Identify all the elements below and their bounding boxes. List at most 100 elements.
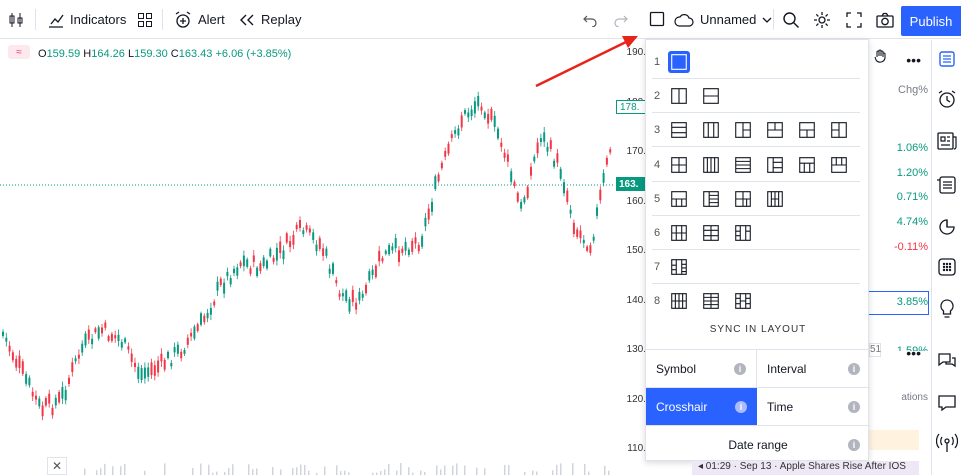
settings-button[interactable]: [813, 0, 831, 39]
layout-row-8: 8: [646, 284, 870, 318]
layout-option-5-3-icon[interactable]: [732, 188, 754, 210]
layout-row-number: 4: [653, 158, 661, 171]
layout-option-4-3-icon[interactable]: [732, 154, 754, 176]
close-icon[interactable]: ✕: [47, 457, 67, 475]
watchlist-change[interactable]: 1.20%: [869, 167, 931, 179]
layout-row-6: 6: [646, 216, 870, 250]
watchlist-change[interactable]: 0.71%: [869, 191, 931, 203]
alerts-clock-icon[interactable]: [936, 88, 958, 110]
layout-dropdown: 1 2 3 4 5 6 7 8 SYNC IN LAYOUT Symbol i Interva…: [645, 39, 870, 463]
layout-row-number: 5: [653, 192, 661, 205]
layout-row-3: 3: [646, 113, 870, 148]
layout-option-8-1-icon[interactable]: [668, 290, 690, 312]
layout-option-3-3-icon[interactable]: [732, 119, 754, 141]
change-value: +6.06 (+3.85%): [215, 48, 292, 60]
layout-option-3-1-icon[interactable]: [668, 119, 690, 141]
layout-option-8-2-icon[interactable]: [700, 290, 722, 312]
layout-row-4: 4: [646, 148, 870, 182]
layout-option-3-5-icon[interactable]: [796, 119, 818, 141]
compare-badge[interactable]: ≈: [8, 45, 30, 59]
info-icon[interactable]: i: [734, 362, 746, 375]
layout-option-2-1-icon[interactable]: [668, 85, 690, 107]
calendar-dots-icon[interactable]: [936, 256, 958, 278]
watchlist-change[interactable]: 4.74%: [869, 216, 931, 228]
layout-row-number: 1: [653, 56, 661, 68]
ohlc-legend: O159.59 H164.26 L159.30 C163.43 +6.06 (+…: [38, 48, 292, 60]
watchlist-panel: ••• Chg% 1.06% 1.20% 0.71% 4.74% -0.11% 3.85%…: [869, 40, 931, 475]
sync-date-range-option[interactable]: Date range i: [646, 425, 870, 463]
sync-symbol-option[interactable]: Symbol i: [646, 349, 757, 387]
chart-type-button[interactable]: [8, 0, 24, 39]
layout-row-number: 3: [653, 124, 661, 137]
watchlist-change[interactable]: -0.11%: [869, 241, 931, 253]
layout-option-4-1-icon[interactable]: [668, 154, 690, 176]
select-layout-button[interactable]: [645, 7, 669, 31]
broadcast-icon[interactable]: [936, 432, 958, 454]
watchlist-icon[interactable]: [936, 48, 958, 70]
layout-row-number: 6: [653, 227, 661, 239]
rewind-icon: [239, 13, 255, 27]
messages-icon[interactable]: [936, 392, 958, 414]
layout-option-4-2-icon[interactable]: [700, 154, 722, 176]
layout-option-7-1-icon[interactable]: [668, 256, 690, 278]
grid-icon: [137, 12, 153, 28]
snapshot-button[interactable]: [876, 0, 894, 39]
templates-button[interactable]: [137, 0, 153, 39]
fullscreen-button[interactable]: [846, 0, 862, 39]
news-icon[interactable]: [936, 130, 958, 152]
candlestick-series: [0, 91, 614, 475]
layout-row-1: 1: [646, 45, 870, 79]
info-icon[interactable]: i: [848, 400, 860, 413]
details-more-icon[interactable]: •••: [869, 345, 931, 361]
timer-icon[interactable]: [936, 216, 958, 238]
layout-option-3-6-icon[interactable]: [828, 119, 850, 141]
info-icon[interactable]: i: [735, 400, 747, 413]
layout-option-6-1-icon[interactable]: [668, 222, 690, 244]
top-toolbar: Indicators Alert Replay Unnamed Publish: [0, 0, 961, 39]
datawindow-icon[interactable]: [936, 174, 958, 196]
layout-option-5-4-icon[interactable]: [764, 188, 786, 210]
layout-option-8-3-icon[interactable]: [732, 290, 754, 312]
alert-button[interactable]: Alert: [174, 0, 225, 39]
layout-option-5-1-icon[interactable]: [668, 188, 690, 210]
layout-option-3-2-icon[interactable]: [700, 119, 722, 141]
price-chart[interactable]: [0, 40, 645, 475]
high-value: 164.26: [91, 48, 125, 60]
price-tick: 130.: [626, 344, 646, 355]
watchlist-more-icon[interactable]: •••: [869, 52, 931, 68]
search-button[interactable]: [782, 0, 800, 39]
lightbulb-icon[interactable]: [936, 298, 958, 320]
news-headline[interactable]: ◂ 01:29 · Sep 13 · Apple Shares Rise Aft…: [692, 461, 919, 475]
sync-interval-option[interactable]: Interval i: [757, 349, 870, 387]
price-tick: 160.: [626, 195, 646, 207]
info-icon[interactable]: i: [848, 438, 860, 451]
replay-button[interactable]: Replay: [239, 0, 301, 39]
redo-icon: [614, 13, 628, 27]
publish-button[interactable]: Publish: [901, 6, 961, 36]
sync-crosshair-option[interactable]: Crosshair i: [646, 387, 757, 425]
layout-option-6-2-icon[interactable]: [700, 222, 722, 244]
watchlist-header-chg[interactable]: Chg%: [869, 84, 931, 96]
layout-option-4-6-icon[interactable]: [828, 154, 850, 176]
watchlist-change[interactable]: 1.06%: [869, 142, 931, 154]
layout-option-3-4-icon[interactable]: [764, 119, 786, 141]
price-tick: 170.: [626, 146, 646, 157]
sync-time-option[interactable]: Time i: [757, 387, 870, 425]
selected-watchlist-row[interactable]: [861, 291, 929, 315]
layout-option-1-1-icon[interactable]: [668, 51, 690, 73]
layout-option-5-2-icon[interactable]: [700, 188, 722, 210]
info-icon[interactable]: i: [848, 362, 860, 375]
alarm-clock-plus-icon: [174, 10, 192, 29]
layout-option-4-5-icon[interactable]: [796, 154, 818, 176]
candlestick-icon: [8, 12, 24, 28]
layout-name-button[interactable]: Unnamed: [674, 0, 772, 39]
layout-option-4-4-icon[interactable]: [764, 154, 786, 176]
search-icon: [782, 11, 800, 29]
chevron-down-icon: [762, 16, 772, 24]
cloud-icon: [674, 13, 694, 27]
alert-label: Alert: [198, 12, 225, 27]
layout-option-2-2-icon[interactable]: [700, 85, 722, 107]
indicators-button[interactable]: Indicators: [48, 0, 126, 39]
chat-icon[interactable]: [936, 350, 958, 372]
layout-option-6-3-icon[interactable]: [732, 222, 754, 244]
